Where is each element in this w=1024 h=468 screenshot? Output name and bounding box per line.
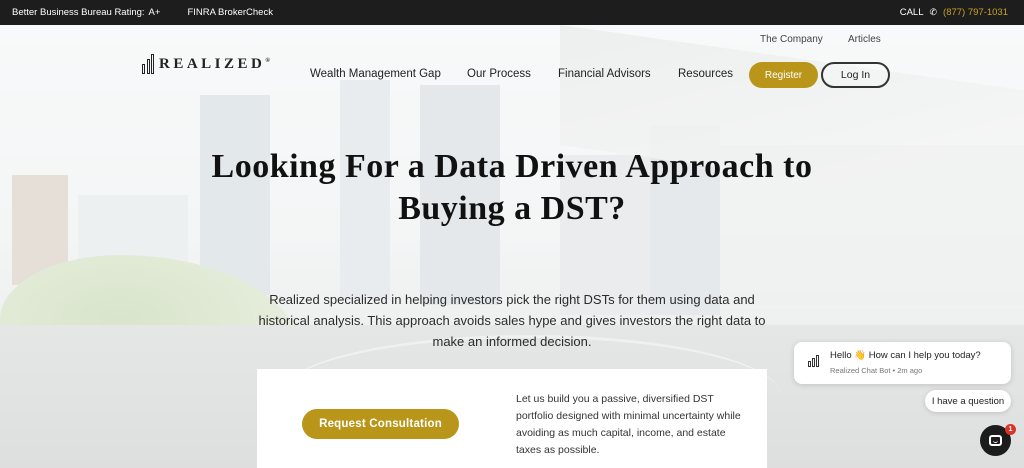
top-bar: Better Business Bureau Rating: A+ FINRA B… [0,0,1024,25]
logo-text: REALIZED® [159,55,270,72]
hero-title-line-1: Looking For a Data Driven Approach to [211,148,813,185]
consultation-card: Request Consultation Let us build you a … [257,369,767,468]
logo-icon [142,54,154,74]
bbb-rating-label: Better Business Bureau Rating: [12,7,145,18]
nav-financial-advisors[interactable]: Financial Advisors [558,68,651,80]
hero-description: Realized specialized in helping investor… [258,292,766,349]
nav-the-company[interactable]: The Company [760,34,823,45]
chat-icon [989,435,1002,446]
login-button[interactable]: Log In [821,62,890,88]
request-consultation-button[interactable]: Request Consultation [302,409,459,439]
logo[interactable]: REALIZED® [142,54,270,74]
chat-message-text: Hello 👋 How can I help you today? [830,350,981,361]
phone-icon: ✆ [929,7,938,17]
notification-badge: 1 [1005,424,1016,435]
bbb-rating-value: A+ [148,7,161,18]
chat-quick-reply-button[interactable]: I have a question [925,390,1011,412]
hero-title: Looking For a Data Driven Approach to Bu… [150,146,874,230]
nav-articles[interactable]: Articles [848,34,881,45]
nav-our-process[interactable]: Our Process [467,68,531,80]
chat-message-bubble[interactable]: Hello 👋 How can I help you today? Realiz… [794,342,1011,384]
finra-link[interactable]: FINRA BrokerCheck [187,7,273,18]
bbb-rating[interactable]: Better Business Bureau Rating: A+ [12,7,160,18]
register-button[interactable]: Register [749,62,818,88]
hero-title-line-2: Buying a DST? [398,190,626,227]
call-label: CALL [899,7,924,18]
phone-link[interactable]: (877) 797-1031 [943,7,1008,18]
chat-message-meta: Realized Chat Bot • 2m ago [830,366,923,375]
nav-wealth-management-gap[interactable]: Wealth Management Gap [310,68,441,80]
card-description: Let us build you a passive, diversified … [516,393,741,456]
chatbot-avatar-icon [808,355,819,367]
nav-resources[interactable]: Resources [678,68,733,80]
